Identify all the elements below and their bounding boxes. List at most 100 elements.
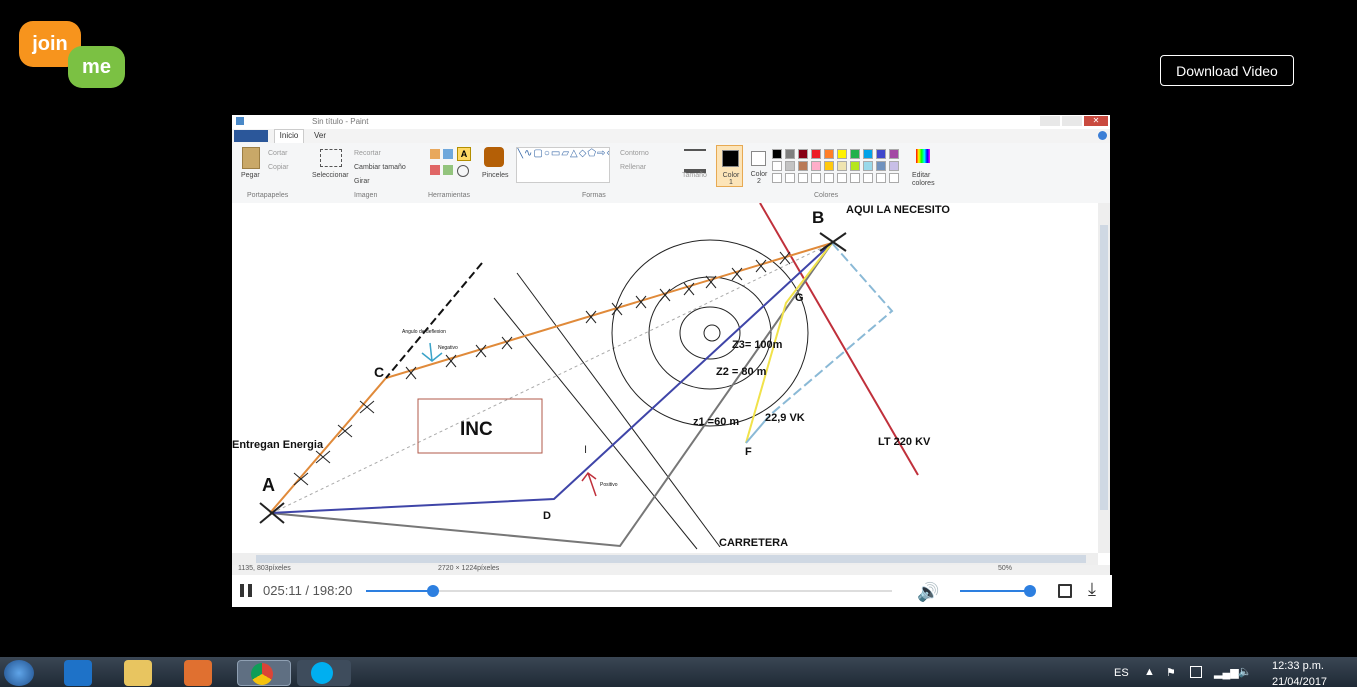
palette-swatch[interactable] xyxy=(798,173,808,183)
fullscreen-icon[interactable] xyxy=(1058,584,1072,598)
palette-swatch[interactable] xyxy=(837,149,847,159)
color-palette[interactable] xyxy=(772,149,912,189)
device-icon[interactable] xyxy=(1190,666,1202,678)
contour-peak xyxy=(703,324,721,342)
palette-swatch[interactable] xyxy=(876,161,886,171)
palette-swatch[interactable] xyxy=(772,161,782,171)
download-video-button[interactable]: Download Video xyxy=(1160,55,1294,86)
pencil-icon[interactable] xyxy=(430,149,440,159)
seek-bar-knob[interactable] xyxy=(426,585,439,597)
palette-swatch[interactable] xyxy=(824,161,834,171)
download-icon[interactable]: ⤓ xyxy=(1088,579,1096,600)
palette-swatch[interactable] xyxy=(824,149,834,159)
cut-button[interactable]: Cortar xyxy=(268,150,287,157)
crop-button[interactable]: Recortar xyxy=(354,150,381,157)
palette-swatch[interactable] xyxy=(837,161,847,171)
contour-z3 xyxy=(679,306,741,360)
eraser-icon[interactable] xyxy=(430,165,440,175)
minimize-button[interactable] xyxy=(1040,116,1060,126)
edit-colors-button[interactable]: Editar colores xyxy=(912,172,940,188)
file-menu-button[interactable] xyxy=(234,130,268,142)
color-picker-icon[interactable] xyxy=(443,165,453,175)
palette-swatch[interactable] xyxy=(876,173,886,183)
paint-canvas[interactable]: A B C D F G AQUI LA NECESITO Entregan En… xyxy=(232,203,1100,553)
file-explorer-icon[interactable] xyxy=(124,660,152,686)
network-signal-icon[interactable]: ▂▄▆ xyxy=(1214,666,1239,679)
skype-taskbar-button[interactable] xyxy=(297,660,351,686)
tab-inicio[interactable]: Inicio xyxy=(274,129,304,143)
pause-icon-bar-2[interactable] xyxy=(248,584,252,597)
copy-button[interactable]: Copiar xyxy=(268,164,289,171)
fill-icon[interactable] xyxy=(443,149,453,159)
paste-button[interactable]: Pegar xyxy=(241,172,260,179)
help-icon[interactable] xyxy=(1098,131,1107,140)
language-indicator[interactable]: ES xyxy=(1114,667,1129,679)
volume-icon[interactable]: 🔊 xyxy=(917,582,939,603)
paint-vertical-scrollbar[interactable] xyxy=(1098,203,1110,553)
playback-time: 025:11 / 198:20 xyxy=(263,583,353,598)
volume-bar-knob[interactable] xyxy=(1024,585,1036,597)
speaker-icon[interactable]: 🔈 xyxy=(1238,665,1252,678)
palette-swatch[interactable] xyxy=(798,161,808,171)
show-hidden-icons[interactable]: ▲ xyxy=(1144,666,1155,678)
maximize-button[interactable] xyxy=(1062,116,1082,126)
resize-button[interactable]: Cambiar tamaño xyxy=(354,164,406,171)
color1-button[interactable]: Color 1 xyxy=(716,145,743,187)
pause-icon-bar-1[interactable] xyxy=(240,584,244,597)
palette-swatch[interactable] xyxy=(863,149,873,159)
label-negative: Negativo xyxy=(438,345,458,351)
tab-ver[interactable]: Ver xyxy=(314,131,326,140)
magnifier-icon[interactable] xyxy=(457,165,469,177)
palette-swatch[interactable] xyxy=(837,173,847,183)
horizontal-scroll-thumb[interactable] xyxy=(256,555,1086,563)
palette-swatch[interactable] xyxy=(863,173,873,183)
palette-swatch[interactable] xyxy=(811,173,821,183)
palette-swatch[interactable] xyxy=(889,161,899,171)
size-button[interactable]: Tamaño xyxy=(682,172,707,179)
palette-swatch[interactable] xyxy=(798,149,808,159)
paint-horizontal-scrollbar[interactable] xyxy=(232,553,1098,565)
action-center-flag-icon[interactable]: ⚑ xyxy=(1166,666,1176,679)
palette-swatch[interactable] xyxy=(863,161,873,171)
outline-button[interactable]: Contorno xyxy=(620,150,649,157)
close-button[interactable]: ✕ xyxy=(1084,116,1108,126)
contour-z1 xyxy=(611,239,809,427)
text-icon[interactable]: A xyxy=(457,147,471,161)
volume-bar[interactable] xyxy=(960,585,1036,597)
select-icon xyxy=(320,149,342,167)
palette-swatch[interactable] xyxy=(785,161,795,171)
fill-button[interactable]: Rellenar xyxy=(620,164,646,171)
palette-swatch[interactable] xyxy=(850,173,860,183)
palette-swatch[interactable] xyxy=(824,173,834,183)
clock-date[interactable]: 21/04/2017 xyxy=(1272,676,1327,687)
vertical-scroll-thumb[interactable] xyxy=(1100,225,1108,510)
label-lt-220: LT 220 KV xyxy=(878,436,931,448)
palette-swatch[interactable] xyxy=(772,173,782,183)
label-need-here: AQUI LA NECESITO xyxy=(846,204,950,216)
palette-swatch[interactable] xyxy=(889,149,899,159)
shapes-gallery[interactable]: ╲∿▢○▭▱△◇⬠⇨⇦⇧⇩✦☆✶◯⌂ xyxy=(516,147,610,183)
label-point-c: C xyxy=(374,364,384,380)
clock-time[interactable]: 12:33 p.m. xyxy=(1272,660,1324,672)
projection-line-1 xyxy=(271,242,833,514)
palette-swatch[interactable] xyxy=(785,149,795,159)
palette-swatch[interactable] xyxy=(850,161,860,171)
media-player-icon[interactable] xyxy=(184,660,212,686)
palette-swatch[interactable] xyxy=(785,173,795,183)
palette-swatch[interactable] xyxy=(811,149,821,159)
select-button[interactable]: Seleccionar xyxy=(312,172,349,179)
tools-icons[interactable]: A xyxy=(430,147,480,179)
palette-swatch[interactable] xyxy=(811,161,821,171)
seek-bar[interactable] xyxy=(366,585,892,597)
chrome-taskbar-button[interactable] xyxy=(237,660,291,686)
label-deflection-angle: Angulo de deflexion xyxy=(402,329,446,335)
palette-swatch[interactable] xyxy=(850,149,860,159)
color2-button[interactable]: Color 2 xyxy=(746,145,772,187)
palette-swatch[interactable] xyxy=(876,149,886,159)
internet-explorer-icon[interactable] xyxy=(64,660,92,686)
palette-swatch[interactable] xyxy=(772,149,782,159)
brushes-button[interactable]: Pinceles xyxy=(482,172,508,179)
start-button-icon[interactable] xyxy=(4,660,34,686)
palette-swatch[interactable] xyxy=(889,173,899,183)
rotate-button[interactable]: Girar xyxy=(354,178,370,185)
